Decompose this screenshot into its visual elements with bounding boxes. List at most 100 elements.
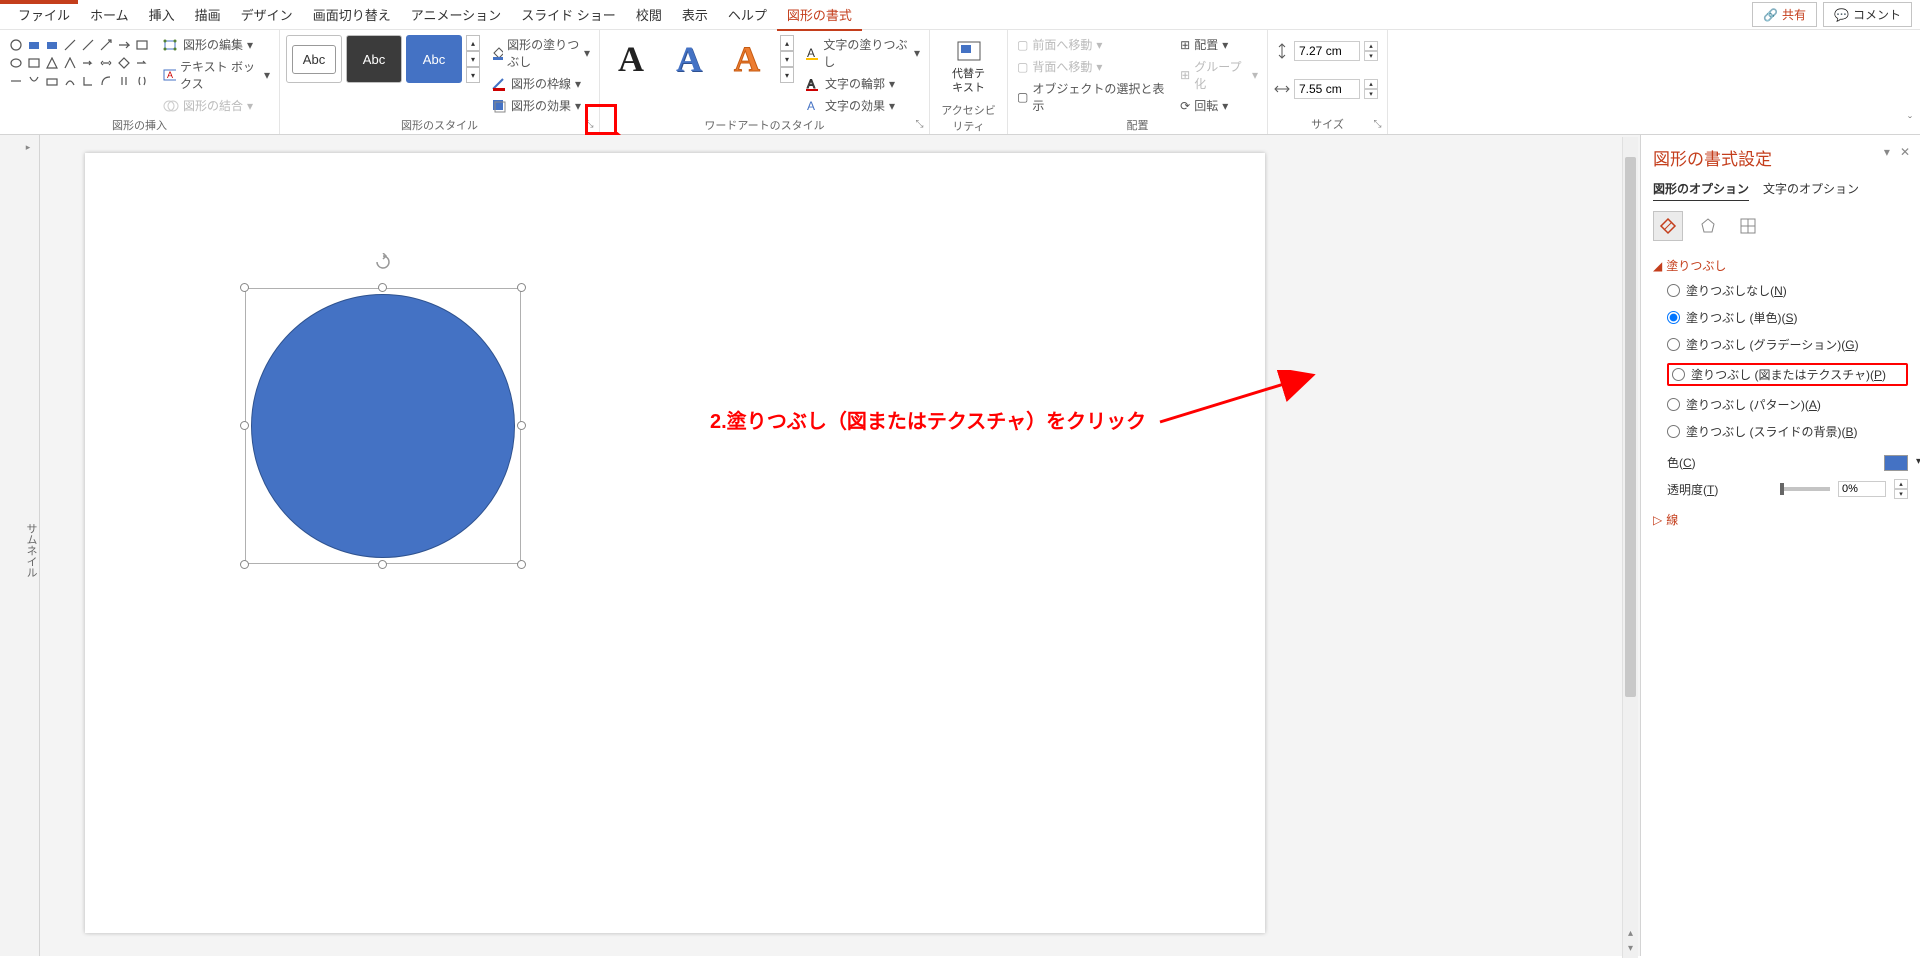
shape-effects-button[interactable]: 図形の効果▾: [488, 96, 593, 115]
shape-fill-button[interactable]: 図形の塗りつぶし▾: [488, 35, 593, 71]
group-button: ⊞グループ化▾: [1177, 57, 1261, 93]
fill-pattern-radio[interactable]: 塗りつぶし (パターン)(A): [1667, 396, 1908, 413]
wordart-launcher[interactable]: ⤡: [912, 117, 927, 132]
resize-handle[interactable]: [240, 560, 249, 569]
bring-forward-button: ▢前面へ移動▾: [1014, 35, 1169, 54]
merge-icon: [163, 98, 179, 114]
rotate-button[interactable]: ⟳回転▾: [1177, 96, 1261, 115]
tab-draw[interactable]: 描画: [185, 1, 231, 28]
pane-tab-shape[interactable]: 図形のオプション: [1653, 180, 1749, 201]
fill-none-radio[interactable]: 塗りつぶしなし(N): [1667, 282, 1908, 299]
annotation-box-launcher: [585, 104, 617, 135]
slide: [85, 153, 1265, 933]
selection-pane-button[interactable]: ▢オブジェクトの選択と表示: [1014, 79, 1169, 115]
textbox-button[interactable]: A テキスト ボックス▾: [160, 57, 273, 93]
resize-handle[interactable]: [517, 560, 526, 569]
text-fill-button[interactable]: A文字の塗りつぶし▾: [802, 35, 923, 71]
transparency-input[interactable]: [1838, 481, 1886, 497]
shapes-gallery[interactable]: [6, 35, 152, 91]
circle-shape[interactable]: [251, 294, 515, 558]
tab-insert[interactable]: 挿入: [139, 1, 185, 28]
prev-slide[interactable]: ▴: [1628, 928, 1633, 939]
resize-handle[interactable]: [517, 421, 526, 430]
ribbon: 図形の編集▾ A テキスト ボックス▾ 図形の結合▾ 図形の挿入 Abc Abc…: [0, 30, 1920, 135]
fill-solid-radio[interactable]: 塗りつぶし (単色)(S): [1667, 309, 1908, 326]
tab-show[interactable]: スライド ショー: [511, 1, 626, 28]
ribbon-tabs: ファイル ホーム 挿入 描画 デザイン 画面切り替え アニメーション スライド …: [0, 0, 1920, 30]
color-label: 色(C): [1667, 454, 1696, 471]
selected-shape[interactable]: [245, 288, 521, 564]
wa-down[interactable]: ▾: [780, 51, 794, 67]
chevron-right-icon: ▸: [24, 143, 34, 153]
resize-handle[interactable]: [240, 283, 249, 292]
resize-handle[interactable]: [240, 421, 249, 430]
line-section-header[interactable]: ▷線: [1653, 511, 1908, 528]
tab-shape-format[interactable]: 図形の書式: [777, 1, 862, 31]
group-label: 配置: [1014, 115, 1261, 135]
tab-review[interactable]: 校閲: [626, 1, 672, 28]
pane-close[interactable]: ✕: [1900, 145, 1910, 159]
pane-menu[interactable]: ▾: [1884, 145, 1890, 159]
collapse-ribbon[interactable]: ˇ: [1908, 114, 1912, 128]
alt-text-icon: [955, 39, 983, 67]
comment-button[interactable]: 💬コメント: [1823, 2, 1912, 27]
height-input[interactable]: [1294, 41, 1360, 61]
fill-color-picker[interactable]: [1884, 455, 1908, 471]
pen-icon: [491, 76, 507, 92]
svg-text:A: A: [807, 99, 815, 113]
gallery-up[interactable]: ▴: [466, 35, 480, 51]
effects-tab-icon[interactable]: [1693, 211, 1723, 241]
wa-more[interactable]: ▾: [780, 67, 794, 83]
next-slide[interactable]: ▾: [1628, 943, 1633, 954]
height-input-row: ▴▾: [1274, 41, 1378, 61]
align-button[interactable]: ⊞配置▾: [1177, 35, 1261, 54]
slide-canvas[interactable]: [40, 135, 1640, 956]
tab-home[interactable]: ホーム: [80, 1, 139, 28]
fill-line-icon[interactable]: [1653, 211, 1683, 241]
tab-view[interactable]: 表示: [672, 1, 718, 28]
width-input[interactable]: [1294, 79, 1360, 99]
svg-text:A: A: [807, 46, 815, 60]
tab-trans[interactable]: 画面切り替え: [303, 1, 401, 28]
resize-handle[interactable]: [517, 283, 526, 292]
shape-style-gallery[interactable]: Abc Abc Abc ▴ ▾ ▾: [286, 35, 480, 83]
width-input-row: ▴▾: [1274, 79, 1378, 99]
format-shape-pane: ▾ ✕ 図形の書式設定 図形のオプション 文字のオプション ◢塗りつぶし 塗りつ…: [1640, 135, 1920, 956]
fill-gradient-radio[interactable]: 塗りつぶし (グラデーション)(G): [1667, 336, 1908, 353]
group-label: サイズ: [1274, 114, 1381, 134]
bucket-icon: [491, 45, 503, 61]
resize-handle[interactable]: [378, 283, 387, 292]
rotate-handle[interactable]: [374, 253, 392, 271]
tab-help[interactable]: ヘルプ: [718, 1, 777, 28]
shape-outline-button[interactable]: 図形の枠線▾: [488, 74, 593, 93]
pane-title: 図形の書式設定: [1653, 145, 1908, 170]
thumbnail-rail[interactable]: ▸ サムネイル: [0, 135, 40, 956]
text-outline-button[interactable]: A文字の輪郭▾: [802, 74, 923, 93]
gallery-more[interactable]: ▾: [466, 67, 480, 83]
wordart-gallery[interactable]: A A A ▴ ▾ ▾: [606, 35, 794, 83]
wa-up[interactable]: ▴: [780, 35, 794, 51]
size-props-icon[interactable]: [1733, 211, 1763, 241]
share-button[interactable]: 🔗共有: [1752, 2, 1817, 27]
fill-section-header[interactable]: ◢塗りつぶし: [1653, 257, 1908, 274]
transparency-slider[interactable]: [1780, 487, 1830, 491]
fill-slidebg-radio[interactable]: 塗りつぶし (スライドの背景)(B): [1667, 423, 1908, 440]
gallery-down[interactable]: ▾: [466, 51, 480, 67]
vertical-scrollbar[interactable]: ▴ ▾: [1622, 137, 1638, 958]
edit-shape-icon: [163, 37, 179, 53]
tab-file[interactable]: ファイル: [8, 1, 80, 28]
group-label: アクセシビリティ: [936, 100, 1001, 136]
edit-shape-button[interactable]: 図形の編集▾: [160, 35, 273, 54]
group-label: 図形の挿入: [6, 115, 273, 135]
tab-anim[interactable]: アニメーション: [401, 1, 511, 28]
merge-shapes-button: 図形の結合▾: [160, 96, 273, 115]
scrollbar-thumb[interactable]: [1625, 157, 1636, 697]
alt-text-button[interactable]: 代替テ キスト: [946, 35, 991, 100]
group-label: 図形のスタイル: [286, 115, 593, 135]
pane-tab-text[interactable]: 文字のオプション: [1763, 180, 1859, 201]
tab-design[interactable]: デザイン: [231, 1, 303, 28]
size-launcher[interactable]: ⤡: [1370, 117, 1385, 132]
resize-handle[interactable]: [378, 560, 387, 569]
fill-picture-radio[interactable]: 塗りつぶし (図またはテクスチャ)(P): [1667, 363, 1908, 386]
text-effects-button[interactable]: A文字の効果▾: [802, 96, 923, 115]
